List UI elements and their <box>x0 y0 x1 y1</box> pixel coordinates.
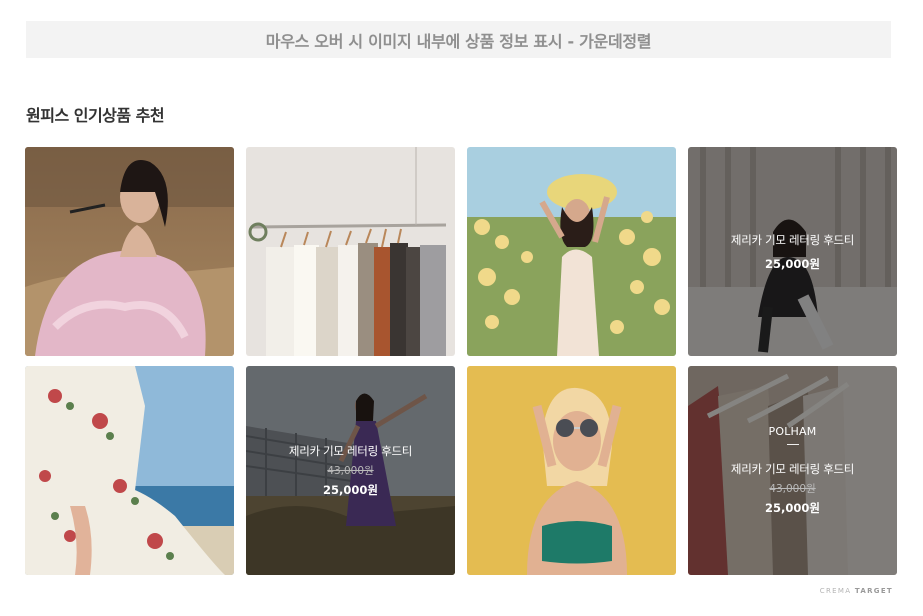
product-card[interactable] <box>467 366 676 575</box>
product-name[interactable]: 제리카 기모 레터링 후드티 <box>289 443 412 459</box>
product-image[interactable] <box>25 147 234 356</box>
section-title: 원피스 인기상품 추천 <box>26 106 165 125</box>
product-info-overlay[interactable]: 제리카 기모 레터링 후드티 25,000원 <box>688 147 897 356</box>
photo-clothes-rack <box>246 147 455 356</box>
original-price: 43,000원 <box>769 483 816 495</box>
photo-woman-flower-field <box>467 147 676 356</box>
product-card[interactable]: 제리카 기모 레터링 후드티 43,000원 25,000원 <box>246 366 455 575</box>
page-banner: 마우스 오버 시 이미지 내부에 상품 정보 표시 - 가운데정렬 <box>26 21 891 58</box>
product-info-overlay[interactable]: POLHAM 제리카 기모 레터링 후드티 43,000원 25,000원 <box>688 366 897 575</box>
product-info-overlay[interactable]: 제리카 기모 레터링 후드티 43,000원 25,000원 <box>246 366 455 575</box>
product-image[interactable] <box>467 147 676 356</box>
product-name[interactable]: 제리카 기모 레터링 후드티 <box>731 232 854 248</box>
logo-text-light: CREMA <box>819 587 852 595</box>
product-image[interactable] <box>25 366 234 575</box>
product-card[interactable] <box>467 147 676 356</box>
product-card[interactable] <box>25 366 234 575</box>
crema-target-logo: CREMA TARGET <box>820 587 893 595</box>
banner-text: 마우스 오버 시 이미지 내부에 상품 정보 표시 - 가운데정렬 <box>265 31 652 51</box>
brand-name[interactable]: POLHAM <box>769 425 817 438</box>
product-price: 25,000원 <box>765 501 820 515</box>
photo-floral-wrap-dress <box>25 366 234 575</box>
product-card[interactable] <box>246 147 455 356</box>
original-price: 43,000원 <box>327 465 374 477</box>
product-card[interactable] <box>25 147 234 356</box>
product-name[interactable]: 제리카 기모 레터링 후드티 <box>731 461 854 477</box>
product-grid: 제리카 기모 레터링 후드티 25,000원 제리카 기모 레터링 후드티 43… <box>25 147 897 575</box>
product-card[interactable]: 제리카 기모 레터링 후드티 25,000원 <box>688 147 897 356</box>
photo-woman-sunglasses <box>467 366 676 575</box>
product-image[interactable] <box>467 366 676 575</box>
photo-woman-pink-dress <box>25 147 234 356</box>
product-image[interactable] <box>246 147 455 356</box>
product-price: 25,000원 <box>765 256 820 271</box>
logo-text-bold: TARGET <box>854 587 893 595</box>
product-card[interactable]: POLHAM 제리카 기모 레터링 후드티 43,000원 25,000원 <box>688 366 897 575</box>
brand-divider <box>786 444 799 445</box>
product-price: 25,000원 <box>323 483 378 497</box>
